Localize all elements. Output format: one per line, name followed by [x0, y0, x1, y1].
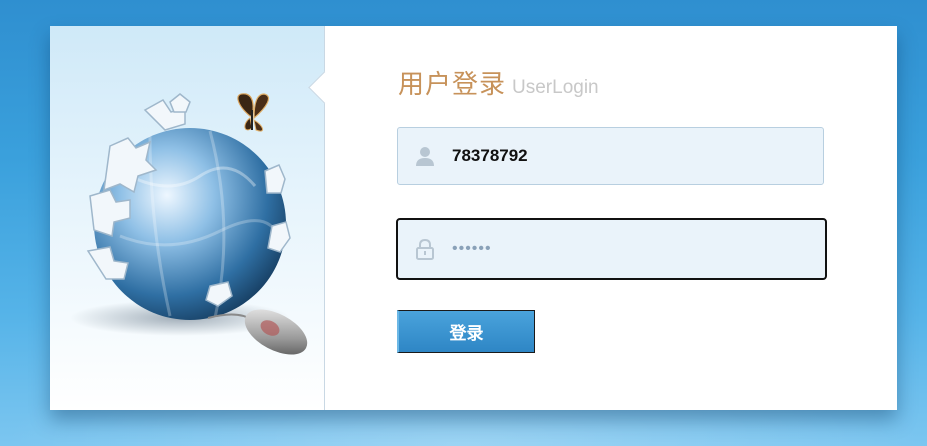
user-icon — [416, 147, 434, 166]
username-field[interactable] — [397, 127, 824, 185]
password-field[interactable] — [396, 218, 827, 280]
username-input[interactable] — [452, 128, 812, 184]
login-button[interactable]: 登录 — [397, 310, 535, 353]
login-title: 用户登录 UserLogin — [398, 64, 599, 100]
login-card: 用户登录 UserLogin 登录 — [50, 26, 897, 410]
login-title-cn: 用户登录 — [398, 70, 507, 100]
login-title-en: UserLogin — [512, 77, 599, 98]
password-input[interactable] — [452, 220, 812, 278]
lock-icon — [416, 238, 434, 260]
illustration-panel — [50, 26, 325, 410]
butterfly-image — [237, 93, 269, 132]
puzzle-globe-illustration — [70, 93, 308, 355]
